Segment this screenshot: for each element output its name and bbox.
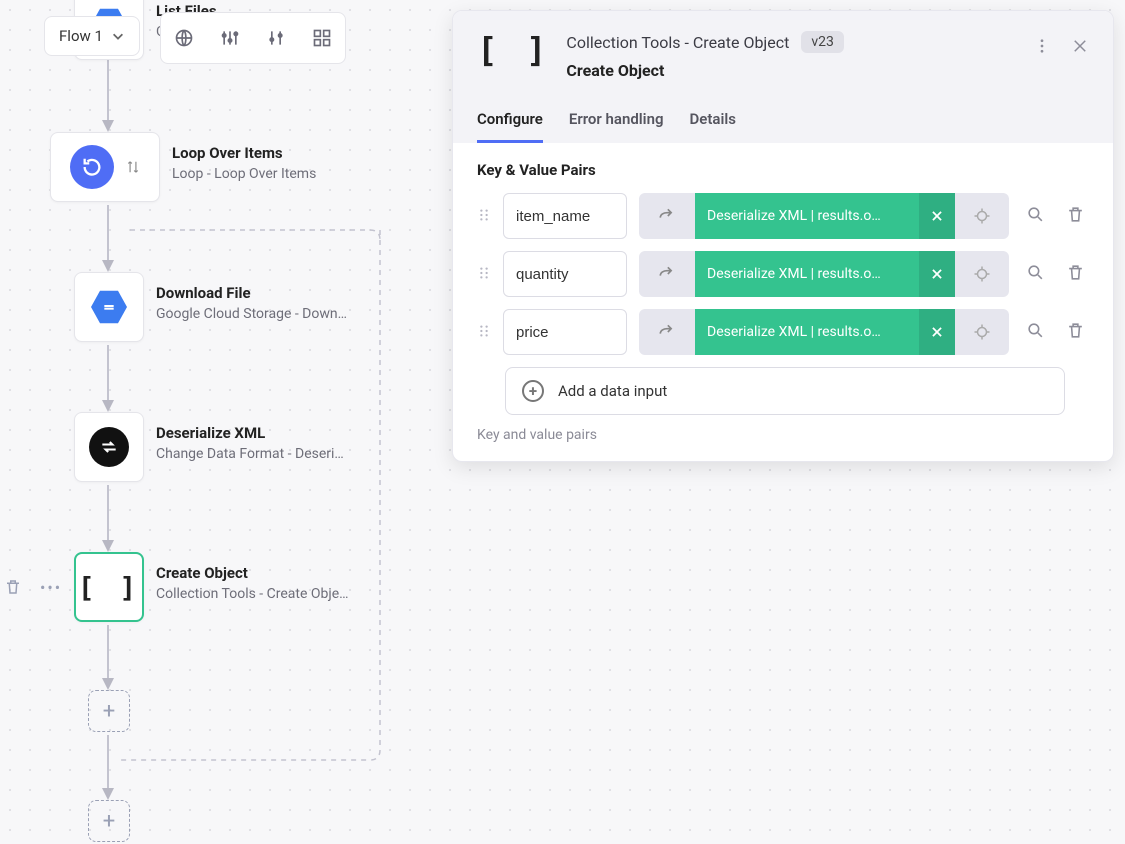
- globe-icon: [174, 28, 194, 48]
- key-input[interactable]: [503, 251, 627, 297]
- search-icon: [1026, 263, 1045, 282]
- equalizer-icon: [266, 28, 286, 48]
- x-icon: [930, 325, 944, 339]
- crosshair-icon: [973, 207, 991, 225]
- kebab-icon[interactable]: [1033, 37, 1051, 55]
- value-chip[interactable]: Deserialize XML | results.o…: [695, 251, 919, 297]
- crosshair-icon: [973, 323, 991, 341]
- grid-icon: [312, 28, 332, 48]
- canvas-toolbar: [160, 12, 346, 64]
- trash-icon: [1066, 263, 1085, 282]
- more-icon[interactable]: •••: [40, 578, 62, 597]
- tab-details[interactable]: Details: [690, 102, 736, 143]
- chip-clear-button[interactable]: [919, 193, 955, 239]
- plus-circle-icon: +: [522, 380, 544, 402]
- chevron-down-icon: [111, 29, 125, 43]
- drag-handle-icon[interactable]: [477, 207, 491, 226]
- x-icon: [930, 209, 944, 223]
- link-arrow-icon: [657, 206, 677, 226]
- add-data-input-button[interactable]: + Add a data input: [505, 367, 1065, 415]
- node-subtitle: Loop - Loop Over Items: [172, 166, 316, 182]
- chip-clear-button[interactable]: [919, 251, 955, 297]
- value-chip[interactable]: Deserialize XML | results.o…: [695, 193, 919, 239]
- section-label: Key & Value Pairs: [477, 161, 1089, 179]
- kv-row: Deserialize XML | results.o…: [477, 193, 1089, 239]
- trash-icon: [1066, 321, 1085, 340]
- inspect-button[interactable]: [1021, 321, 1049, 344]
- swap-icon: [126, 160, 140, 174]
- source-picker-button[interactable]: [639, 193, 695, 239]
- sliders-button[interactable]: [207, 13, 253, 63]
- flow-name: Flow 1: [59, 27, 103, 45]
- key-input[interactable]: [503, 309, 627, 355]
- grid-button[interactable]: [299, 13, 345, 63]
- node-subtitle: Change Data Format - Deseri…: [156, 446, 344, 462]
- search-icon: [1026, 205, 1045, 224]
- equalizer-button[interactable]: [253, 13, 299, 63]
- add-step-button[interactable]: +: [88, 690, 130, 732]
- crosshair-icon: [973, 265, 991, 283]
- locate-button[interactable]: [955, 251, 1009, 297]
- node-title: Deserialize XML: [156, 424, 344, 442]
- module-path: Collection Tools - Create Object: [566, 33, 789, 52]
- node-loop[interactable]: Loop Over Items Loop - Loop Over Items: [50, 132, 316, 202]
- sliders-icon: [220, 28, 240, 48]
- trash-icon: [1066, 205, 1085, 224]
- flow-selector[interactable]: Flow 1: [44, 16, 140, 56]
- node-create-object[interactable]: [ ] Create Object Collection Tools - Cre…: [74, 552, 349, 622]
- drag-handle-icon[interactable]: [477, 265, 491, 284]
- kv-row: Deserialize XML | results.o…: [477, 309, 1089, 355]
- config-panel: [ ] Collection Tools - Create Object v23…: [452, 10, 1114, 462]
- add-step-button[interactable]: +: [88, 800, 130, 842]
- loop-icon: [81, 156, 103, 178]
- brackets-icon: [ ]: [477, 31, 550, 71]
- delete-row-button[interactable]: [1061, 263, 1089, 286]
- node-download[interactable]: Download File Google Cloud Storage - Dow…: [74, 272, 347, 342]
- link-arrow-icon: [657, 322, 677, 342]
- node-title: Loop Over Items: [172, 144, 316, 162]
- tab-error-handling[interactable]: Error handling: [569, 102, 664, 143]
- storage-icon: [101, 299, 117, 315]
- value-chip[interactable]: Deserialize XML | results.o…: [695, 309, 919, 355]
- inspect-button[interactable]: [1021, 263, 1049, 286]
- locate-button[interactable]: [955, 193, 1009, 239]
- inspect-button[interactable]: [1021, 205, 1049, 228]
- section-hint: Key and value pairs: [477, 427, 1089, 443]
- version-badge: v23: [801, 31, 844, 53]
- add-label: Add a data input: [558, 382, 667, 400]
- close-icon[interactable]: [1071, 37, 1089, 55]
- kv-row: Deserialize XML | results.o…: [477, 251, 1089, 297]
- node-subtitle: Google Cloud Storage - Down…: [156, 306, 347, 322]
- search-icon: [1026, 321, 1045, 340]
- drag-handle-icon[interactable]: [477, 323, 491, 342]
- chip-clear-button[interactable]: [919, 309, 955, 355]
- x-icon: [930, 267, 944, 281]
- source-picker-button[interactable]: [639, 309, 695, 355]
- tab-configure[interactable]: Configure: [477, 102, 543, 143]
- node-subtitle: Collection Tools - Create Obje…: [156, 586, 349, 602]
- trash-icon[interactable]: [4, 578, 22, 596]
- locate-button[interactable]: [955, 309, 1009, 355]
- panel-node-name: Create Object: [566, 61, 1017, 80]
- source-picker-button[interactable]: [639, 251, 695, 297]
- brackets-icon: [ ]: [78, 571, 141, 604]
- delete-row-button[interactable]: [1061, 205, 1089, 228]
- node-title: Create Object: [156, 564, 349, 582]
- key-input[interactable]: [503, 193, 627, 239]
- node-title: Download File: [156, 284, 347, 302]
- delete-row-button[interactable]: [1061, 321, 1089, 344]
- globe-button[interactable]: [161, 13, 207, 63]
- swap-horiz-icon: [99, 437, 119, 457]
- node-deserialize[interactable]: Deserialize XML Change Data Format - Des…: [74, 412, 344, 482]
- link-arrow-icon: [657, 264, 677, 284]
